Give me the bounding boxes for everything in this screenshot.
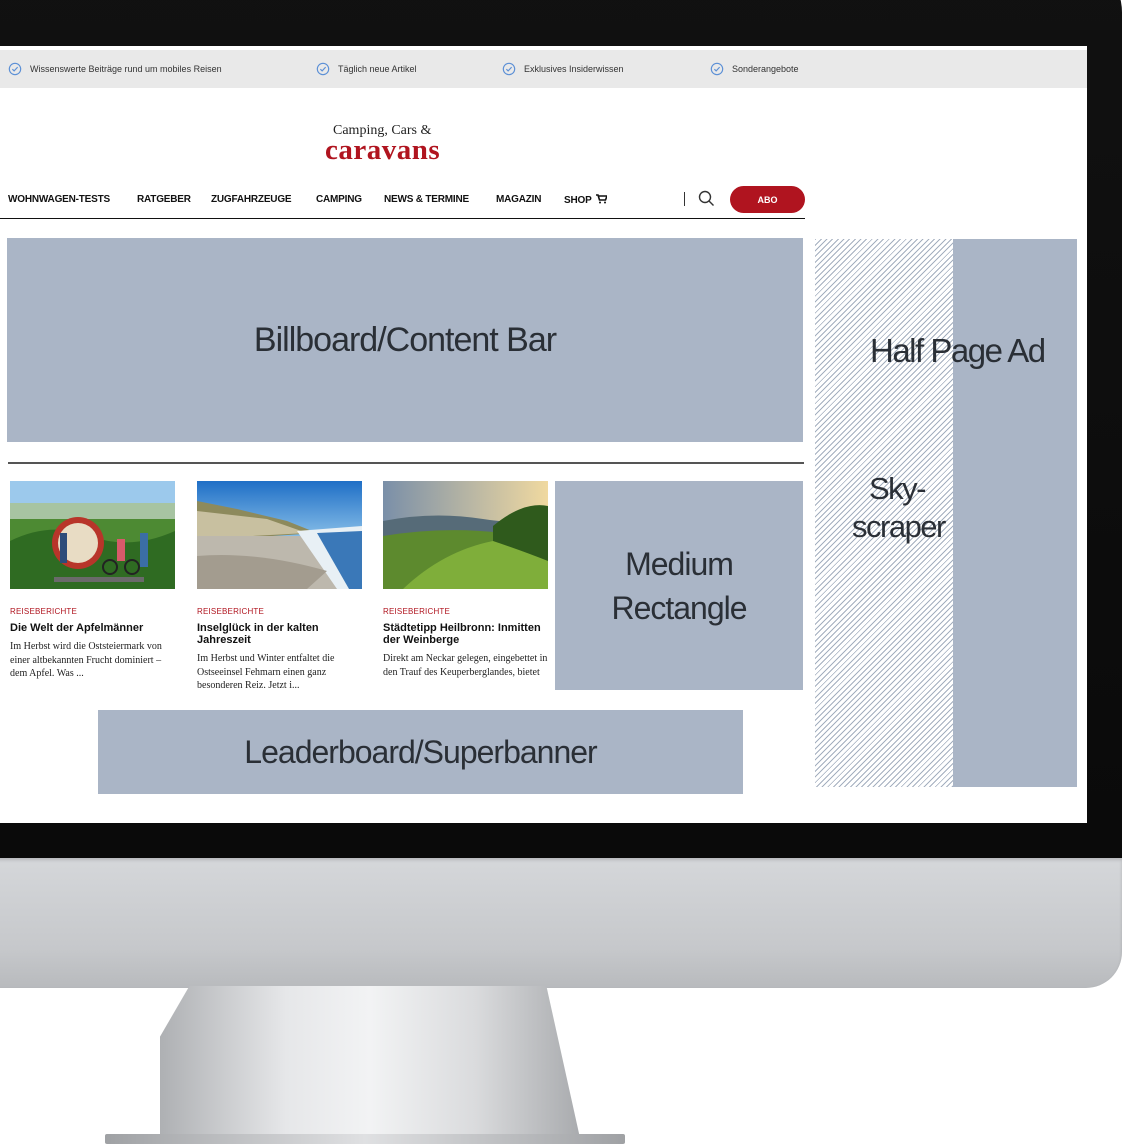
usp-item: Sonderangebote bbox=[710, 50, 799, 88]
monitor-stand bbox=[160, 986, 580, 1138]
main-nav: WOHNWAGEN-TESTS RATGEBER ZUGFAHRZEUGE CA… bbox=[0, 184, 805, 219]
article-card[interactable]: REISEBERICHTE Die Welt der Apfelmänner I… bbox=[10, 481, 175, 681]
skyscraper-label-line1: Sky- bbox=[869, 471, 927, 506]
billboard-ad[interactable]: Billboard/Content Bar bbox=[7, 238, 803, 442]
nav-item-zugfahrzeuge[interactable]: ZUGFAHRZEUGE bbox=[211, 194, 292, 205]
usp-item: Täglich neue Artikel bbox=[316, 50, 417, 88]
nav-divider bbox=[684, 192, 685, 206]
skyscraper-ad-label: Sky- scraper bbox=[852, 470, 946, 546]
nav-item-shop[interactable]: SHOP bbox=[564, 194, 609, 206]
article-teaser: Im Herbst wird die Oststeiermark von ein… bbox=[10, 641, 162, 679]
usp-bar: Wissenswerte Beiträge rund um mobiles Re… bbox=[0, 50, 1087, 88]
nav-item-news-termine[interactable]: NEWS & TERMINE bbox=[384, 194, 469, 205]
website-screen: Wissenswerte Beiträge rund um mobiles Re… bbox=[0, 46, 1087, 823]
nav-item-camping[interactable]: CAMPING bbox=[316, 194, 362, 205]
usp-item: Wissenswerte Beiträge rund um mobiles Re… bbox=[8, 50, 222, 88]
nav-item-wohnwagen-tests[interactable]: WOHNWAGEN-TESTS bbox=[8, 194, 110, 205]
billboard-ad-label: Billboard/Content Bar bbox=[253, 320, 557, 359]
medium-rectangle-ad[interactable]: Medium Rectangle bbox=[555, 481, 803, 690]
article-category[interactable]: REISEBERICHTE bbox=[383, 607, 548, 616]
nav-item-ratgeber[interactable]: RATGEBER bbox=[137, 194, 191, 205]
check-circle-icon bbox=[502, 62, 516, 76]
section-divider bbox=[8, 462, 804, 464]
skyscraper-label-line2: scraper bbox=[852, 509, 946, 544]
logo-line2: caravans bbox=[325, 134, 441, 166]
article-title[interactable]: Inselglück in der kalten Jahreszeit bbox=[197, 622, 362, 646]
monitor-stand-base bbox=[105, 1134, 625, 1144]
leaderboard-ad-label: Leaderboard/Superbanner bbox=[244, 733, 597, 770]
search-icon[interactable] bbox=[698, 190, 715, 207]
usp-label: Wissenswerte Beiträge rund um mobiles Re… bbox=[30, 64, 222, 74]
article-image[interactable] bbox=[383, 481, 548, 589]
usp-label: Exklusives Insiderwissen bbox=[524, 64, 624, 74]
medium-rectangle-label-line1: Medium bbox=[625, 545, 734, 582]
article-teaser: Direkt am Neckar gelegen, eingebettet in… bbox=[383, 653, 548, 678]
article-title[interactable]: Städtetipp Heilbronn: Inmitten der Weinb… bbox=[383, 622, 548, 646]
leaderboard-ad[interactable]: Leaderboard/Superbanner bbox=[98, 710, 743, 794]
article-teaser: Im Herbst und Winter entfaltet die Ostse… bbox=[197, 653, 335, 691]
abo-button[interactable]: ABO bbox=[730, 186, 805, 213]
article-category[interactable]: REISEBERICHTE bbox=[197, 607, 362, 616]
cart-icon bbox=[595, 194, 609, 204]
nav-shop-label: SHOP bbox=[564, 195, 592, 206]
usp-label: Sonderangebote bbox=[732, 64, 799, 74]
medium-rectangle-label-line2: Rectangle bbox=[611, 589, 747, 626]
article-title[interactable]: Die Welt der Apfelmänner bbox=[10, 622, 175, 634]
half-page-ad-label: Half Page Ad bbox=[870, 332, 1046, 369]
half-page-ad[interactable] bbox=[952, 239, 1077, 787]
site-logo[interactable]: Camping, Cars & caravans bbox=[325, 123, 495, 166]
monitor-chin bbox=[0, 858, 1122, 988]
article-card[interactable]: REISEBERICHTE Städtetipp Heilbronn: Inmi… bbox=[383, 481, 548, 679]
usp-item: Exklusives Insiderwissen bbox=[502, 50, 624, 88]
usp-label: Täglich neue Artikel bbox=[338, 64, 417, 74]
check-circle-icon bbox=[316, 62, 330, 76]
article-image[interactable] bbox=[197, 481, 362, 589]
article-category[interactable]: REISEBERICHTE bbox=[10, 607, 175, 616]
article-image[interactable] bbox=[10, 481, 175, 589]
nav-item-magazin[interactable]: MAGAZIN bbox=[496, 194, 541, 205]
check-circle-icon bbox=[8, 62, 22, 76]
article-card[interactable]: REISEBERICHTE Inselglück in der kalten J… bbox=[197, 481, 362, 693]
check-circle-icon bbox=[710, 62, 724, 76]
